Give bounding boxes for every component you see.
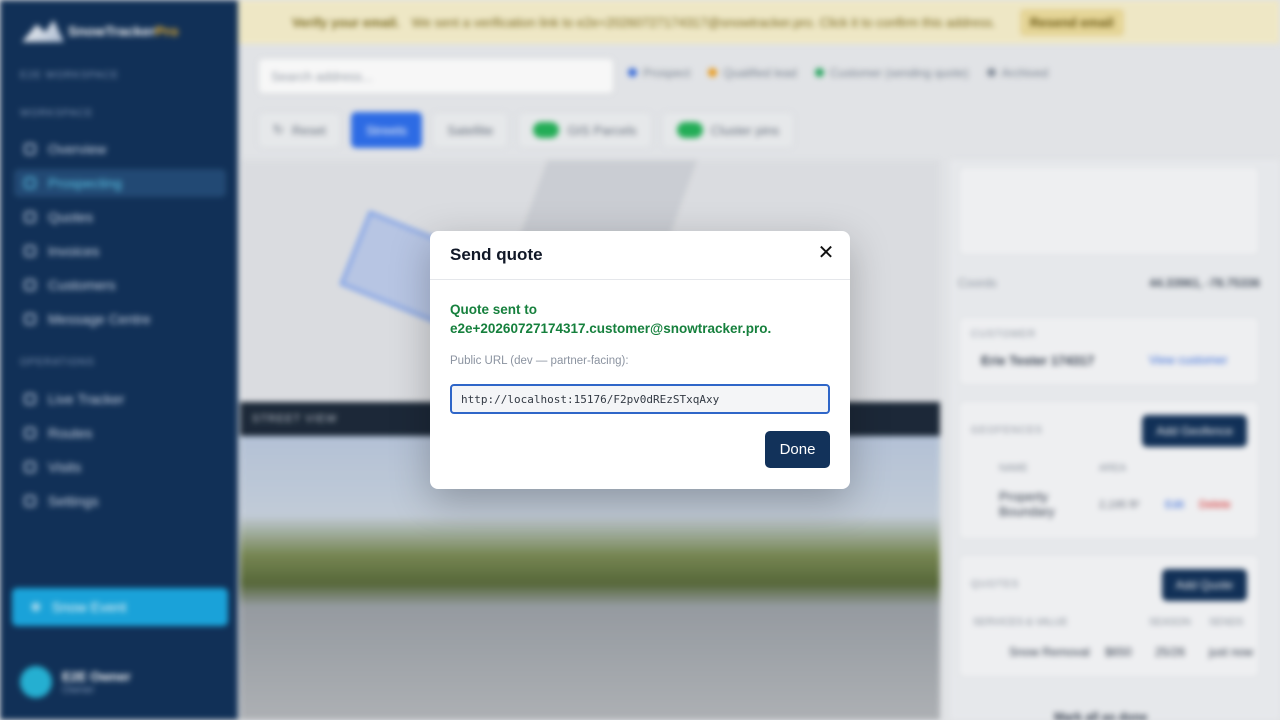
modal-title: Send quote: [450, 245, 543, 264]
modal-body: Quote sent to e2e+20260727174317.custome…: [430, 280, 850, 414]
quote-sent-prefix: Quote sent to: [450, 302, 537, 317]
send-quote-modal: Send quote ✕ Quote sent to e2e+202607271…: [430, 231, 850, 489]
close-icon[interactable]: ✕: [816, 243, 836, 263]
modal-header: Send quote ✕: [430, 231, 850, 280]
quote-sent-email: e2e+20260727174317.customer@snowtracker.…: [450, 321, 772, 336]
done-button[interactable]: Done: [765, 431, 830, 468]
quote-sent-message: Quote sent to e2e+20260727174317.custome…: [450, 300, 830, 338]
public-url-label: Public URL (dev — partner-facing):: [450, 355, 629, 367]
public-url-input[interactable]: [450, 384, 830, 414]
